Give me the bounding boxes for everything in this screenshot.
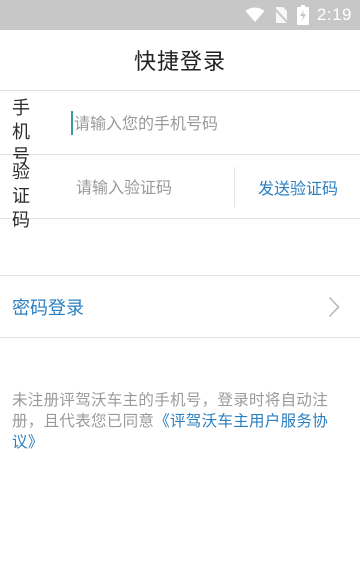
text-caret (71, 111, 73, 135)
code-row: 验证码 发送验证码 (0, 155, 360, 231)
header: 快捷登录 (0, 30, 360, 91)
code-label: 验证码 (12, 162, 30, 231)
status-time: 2:19 (316, 5, 352, 24)
phone-row: 手机号 (0, 91, 360, 167)
send-code-button[interactable]: 发送验证码 (236, 155, 360, 219)
status-bar: 2:19 (0, 0, 360, 30)
phone-input[interactable] (74, 110, 274, 136)
no-sim-icon (273, 6, 289, 24)
divider (234, 167, 235, 207)
wifi-icon (245, 7, 265, 23)
code-input[interactable] (76, 174, 226, 200)
page-title: 快捷登录 (133, 50, 226, 75)
password-login-row[interactable]: 密码登录 (0, 275, 360, 338)
registration-notice: 未注册评驾沃车主的手机号，登录时将自动注册，且代表您已同意《评驾沃车主用户服务协… (12, 390, 348, 453)
chevron-right-icon (328, 296, 340, 322)
battery-charging-icon (296, 5, 309, 25)
password-login-label: 密码登录 (12, 298, 84, 319)
